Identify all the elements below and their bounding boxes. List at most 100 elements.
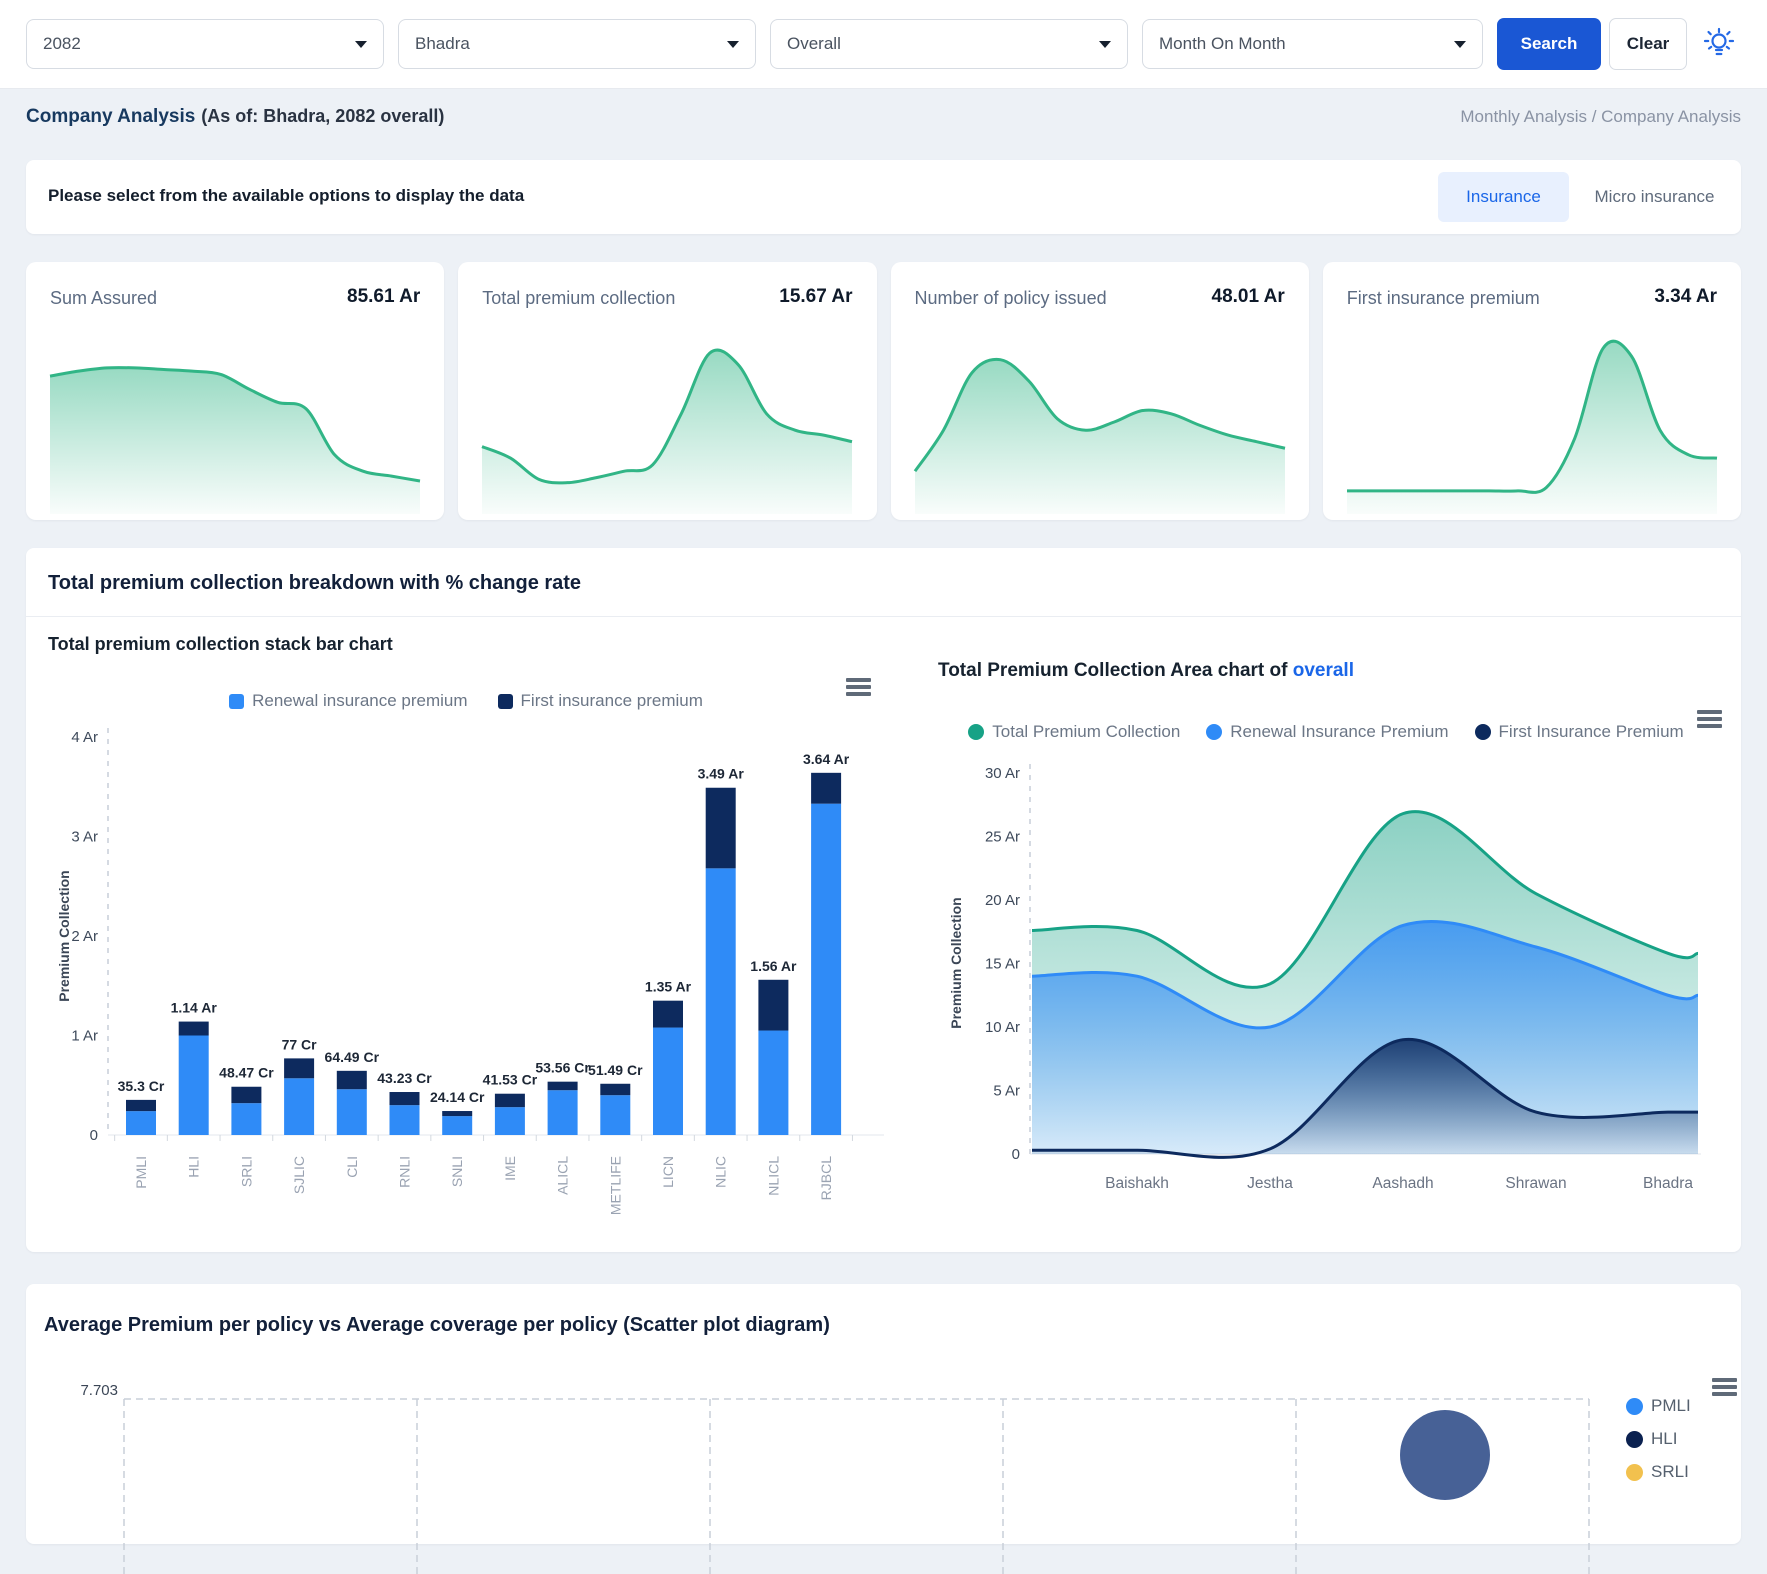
svg-text:1 Ar: 1 Ar [71, 1028, 98, 1045]
legend-swatch [1626, 1431, 1643, 1448]
svg-text:PMLI: PMLI [133, 1156, 149, 1189]
scatter-title: Average Premium per policy vs Average co… [44, 1314, 830, 1337]
scatter-plot [26, 1374, 1741, 1574]
sparkline-chart [478, 324, 856, 514]
svg-text:41.53 Cr: 41.53 Cr [483, 1072, 538, 1088]
legend-swatch [498, 694, 513, 709]
svg-text:53.56 Cr: 53.56 Cr [535, 1060, 590, 1076]
svg-text:2 Ar: 2 Ar [71, 928, 98, 945]
svg-text:43.23 Cr: 43.23 Cr [377, 1070, 432, 1086]
kpi-card-first-premium: First insurance premium 3.34 Ar [1323, 262, 1741, 520]
kpi-label: First insurance premium [1347, 288, 1540, 309]
kpi-row: Sum Assured 85.61 Ar Total premium colle… [26, 262, 1741, 520]
kpi-value: 48.01 Ar [1212, 286, 1285, 308]
page-title: Company Analysis [26, 106, 195, 127]
scatter-legend: PMLI HLI SRLI [1626, 1396, 1691, 1482]
options-message: Please select from the available options… [48, 186, 524, 206]
legend-label: Total Premium Collection [992, 722, 1180, 742]
month-dropdown[interactable]: Bhadra [398, 19, 756, 69]
section-title: Total premium collection breakdown with … [48, 572, 581, 595]
legend-label: Renewal Insurance Premium [1230, 722, 1448, 742]
bar-chart-menu-icon[interactable] [846, 678, 871, 699]
svg-text:RNLI: RNLI [397, 1156, 413, 1188]
analysis-mode-dropdown[interactable]: Month On Month [1142, 19, 1483, 69]
options-card: Please select from the available options… [26, 160, 1741, 234]
legend-swatch [1475, 724, 1491, 740]
svg-text:3 Ar: 3 Ar [71, 829, 98, 846]
scope-dropdown[interactable]: Overall [770, 19, 1128, 69]
svg-text:35.3 Cr: 35.3 Cr [118, 1078, 165, 1094]
scatter-card: Average Premium per policy vs Average co… [26, 1284, 1741, 1544]
svg-text:Aashadh: Aashadh [1372, 1175, 1433, 1192]
svg-text:Bhadra: Bhadra [1643, 1175, 1693, 1192]
legend-item-total[interactable]: Total Premium Collection [968, 722, 1180, 742]
svg-text:SNLI: SNLI [449, 1156, 465, 1187]
legend-item-hli[interactable]: HLI [1626, 1429, 1691, 1449]
kpi-label: Sum Assured [50, 288, 157, 309]
breadcrumb-band: Company Analysis (As of: Bhadra, 2082 ove… [0, 89, 1767, 146]
chevron-down-icon [1454, 41, 1466, 48]
tab-micro-insurance[interactable]: Micro insurance [1573, 172, 1736, 222]
area-chart-scope-link[interactable]: overall [1293, 660, 1354, 681]
kpi-value: 85.61 Ar [347, 286, 420, 308]
tab-insurance[interactable]: Insurance [1438, 172, 1569, 222]
area-chart-title-text: Total Premium Collection Area chart of [938, 660, 1287, 681]
filter-bar: 2082 Bhadra Overall Month On Month Searc… [0, 0, 1767, 89]
svg-text:METLIFE: METLIFE [607, 1156, 623, 1215]
legend-swatch [968, 724, 984, 740]
legend-swatch [1626, 1398, 1643, 1415]
bar-chart-title: Total premium collection stack bar chart [48, 634, 393, 655]
svg-text:Jestha: Jestha [1247, 1175, 1293, 1192]
premium-area-chart: 30 Ar25 Ar20 Ar15 Ar10 Ar5 Ar0BaishakhJe… [946, 748, 1741, 1218]
svg-text:25 Ar: 25 Ar [985, 829, 1020, 846]
svg-text:5 Ar: 5 Ar [993, 1083, 1020, 1100]
svg-text:RJBCL: RJBCL [818, 1156, 834, 1201]
svg-text:4 Ar: 4 Ar [71, 729, 98, 746]
svg-text:3.49 Ar: 3.49 Ar [698, 766, 745, 782]
month-dropdown-value: Bhadra [415, 34, 470, 54]
scope-dropdown-value: Overall [787, 34, 841, 54]
svg-text:15 Ar: 15 Ar [985, 956, 1020, 973]
year-dropdown[interactable]: 2082 [26, 19, 384, 69]
legend-label: HLI [1651, 1429, 1677, 1449]
legend-item-pmli[interactable]: PMLI [1626, 1396, 1691, 1416]
chevron-down-icon [1099, 41, 1111, 48]
page-subtitle: (As of: Bhadra, 2082 overall) [201, 106, 444, 126]
svg-text:0: 0 [90, 1127, 98, 1144]
svg-text:30 Ar: 30 Ar [985, 765, 1020, 782]
kpi-card-policy-issued: Number of policy issued 48.01 Ar [891, 262, 1309, 520]
svg-text:3.64 Ar: 3.64 Ar [803, 751, 850, 767]
kpi-card-total-premium: Total premium collection 15.67 Ar [458, 262, 876, 520]
kpi-label: Total premium collection [482, 288, 675, 309]
legend-swatch [1626, 1464, 1643, 1481]
lightbulb-icon[interactable] [1701, 26, 1737, 62]
svg-text:0: 0 [1012, 1146, 1020, 1163]
legend-item-srli[interactable]: SRLI [1626, 1462, 1691, 1482]
svg-text:24.14 Cr: 24.14 Cr [430, 1089, 485, 1105]
svg-text:HLI: HLI [186, 1156, 202, 1178]
svg-text:48.47 Cr: 48.47 Cr [219, 1065, 274, 1081]
clear-button[interactable]: Clear [1609, 18, 1687, 70]
search-button[interactable]: Search [1497, 18, 1601, 70]
analysis-mode-dropdown-value: Month On Month [1159, 34, 1286, 54]
svg-text:CLI: CLI [344, 1156, 360, 1178]
svg-text:ALICL: ALICL [555, 1156, 571, 1195]
legend-label: First Insurance Premium [1499, 722, 1684, 742]
sparkline-chart [46, 324, 424, 514]
svg-text:SJLIC: SJLIC [291, 1156, 307, 1194]
legend-item-renewal[interactable]: Renewal Insurance Premium [1206, 722, 1448, 742]
legend-label: PMLI [1651, 1396, 1691, 1416]
svg-text:64.49 Cr: 64.49 Cr [325, 1049, 380, 1065]
svg-text:NLICL: NLICL [765, 1156, 781, 1196]
kpi-card-sum-assured: Sum Assured 85.61 Ar [26, 262, 444, 520]
year-dropdown-value: 2082 [43, 34, 81, 54]
chevron-down-icon [355, 41, 367, 48]
kpi-label: Number of policy issued [915, 288, 1107, 309]
svg-text:20 Ar: 20 Ar [985, 892, 1020, 909]
breadcrumb: Monthly Analysis / Company Analysis [1460, 107, 1741, 127]
svg-text:1.35 Ar: 1.35 Ar [645, 979, 692, 995]
stacked-bar-chart: 4 Ar 3 Ar 2 Ar 1 Ar 0 35.3 Cr PMLI 1.14 Ar HLI 48… [26, 708, 906, 1253]
svg-text:Shrawan: Shrawan [1505, 1175, 1566, 1192]
svg-text:1.14 Ar: 1.14 Ar [171, 1000, 218, 1016]
legend-item-first[interactable]: First Insurance Premium [1475, 722, 1684, 742]
